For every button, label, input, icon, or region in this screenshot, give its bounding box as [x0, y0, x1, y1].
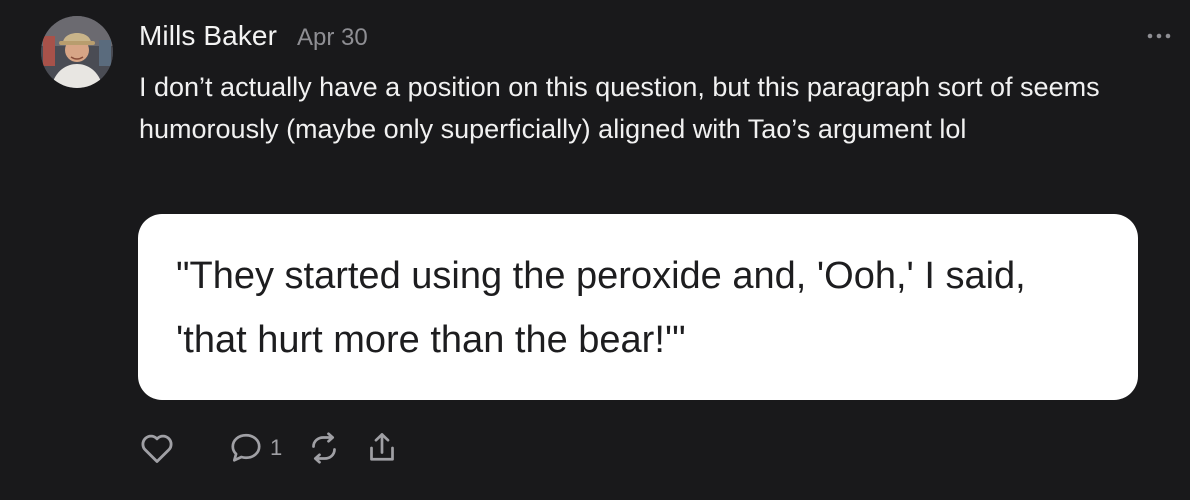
share-button[interactable]: [364, 430, 400, 466]
post-body: I don’t actually have a position on this…: [139, 72, 1100, 144]
comment-bubble-icon: [231, 433, 261, 462]
more-options-icon[interactable]: [1144, 26, 1174, 46]
share-icon: [370, 433, 395, 461]
post-date[interactable]: Apr 30: [297, 24, 368, 52]
comment-count: 1: [270, 435, 283, 460]
restack-icon: [312, 432, 337, 464]
avatar[interactable]: [41, 16, 113, 88]
quote-card: "They started using the peroxide and, 'O…: [138, 214, 1138, 400]
quote-text: "They started using the peroxide and, 'O…: [176, 255, 1026, 361]
author-name[interactable]: Mills Baker: [139, 20, 277, 52]
post-header: Mills Baker Apr 30: [139, 20, 368, 56]
avatar-image: [41, 16, 113, 88]
like-button[interactable]: [138, 429, 176, 467]
comment-button[interactable]: 1: [228, 430, 282, 466]
heart-icon: [141, 434, 173, 463]
action-bar: 1: [138, 428, 400, 468]
restack-button[interactable]: [306, 430, 342, 466]
note-card: Mills Baker Apr 30 I don’t actually have…: [0, 0, 1190, 500]
